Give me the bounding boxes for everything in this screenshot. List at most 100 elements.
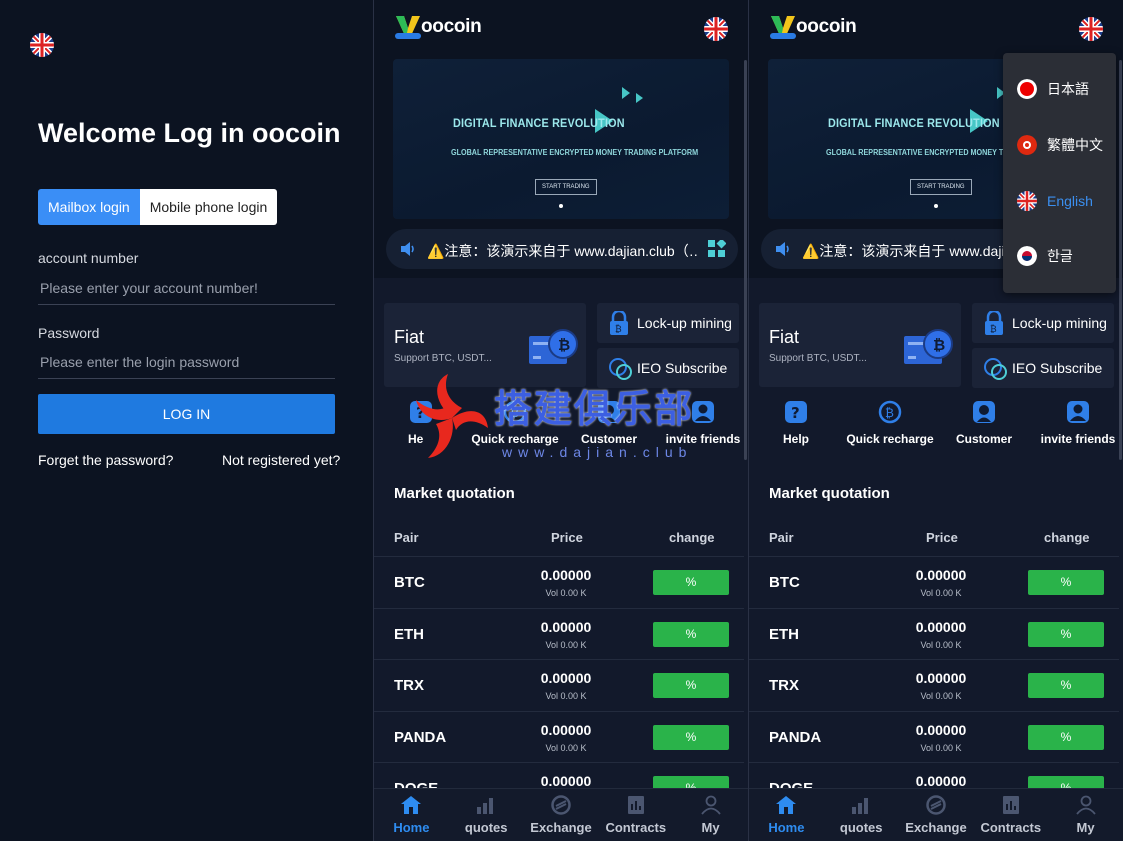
pair-volume: Vol 0.00 K [920, 743, 962, 753]
ieo-subscribe-button[interactable]: IEO Subscribe [597, 348, 739, 388]
quick-help[interactable]: ? Help [749, 400, 843, 446]
change-badge: % [1028, 622, 1104, 647]
nav-contracts[interactable]: Contracts [598, 789, 673, 841]
nav-exchange[interactable]: Exchange [524, 789, 599, 841]
uk-flag-icon[interactable] [30, 33, 54, 57]
promo-banner[interactable]: DIGITAL FINANCE REVOLUTION GLOBAL REPRES… [393, 59, 729, 219]
pair-name: BTC [769, 574, 800, 591]
header-pair: Pair [769, 530, 794, 545]
scrollbar[interactable] [744, 60, 747, 460]
table-row[interactable]: ETH 0.00000 Vol 0.00 K % [749, 608, 1119, 659]
pair-price: 0.00000 [540, 670, 592, 686]
uk-flag-icon [1017, 191, 1037, 211]
table-row[interactable]: PANDA 0.00000 Vol 0.00 K % [749, 711, 1119, 762]
banner-title: DIGITAL FINANCE REVOLUTION [453, 116, 625, 130]
language-option-english[interactable]: English [1017, 191, 1093, 211]
nav-my[interactable]: My [673, 789, 748, 841]
account-input[interactable] [38, 271, 335, 305]
change-badge: % [653, 673, 729, 698]
quick-recharge[interactable]: ₿ Quick recharge [468, 400, 562, 446]
fiat-card[interactable]: Fiat Support BTC, USDT... ₿ [759, 303, 961, 387]
quick-invite-label: invite friends [1040, 432, 1116, 446]
quick-customer-label: Customer [955, 432, 1012, 446]
register-link[interactable]: Not registered yet? [222, 452, 340, 468]
scrollbar[interactable] [1119, 60, 1122, 460]
language-option-korean[interactable]: 한글 [1017, 246, 1073, 266]
tab-mobile-login[interactable]: Mobile phone login [139, 189, 278, 225]
uk-flag-icon[interactable] [704, 17, 728, 41]
nav-quotes[interactable]: quotes [449, 789, 524, 841]
language-option-japanese[interactable]: 日本語 [1017, 79, 1089, 99]
change-badge: % [653, 570, 729, 595]
invite-friends-icon [692, 401, 714, 423]
pair-price: 0.00000 [540, 567, 592, 583]
language-option-traditional-chinese[interactable]: 繁體中文 [1017, 135, 1103, 155]
login-button[interactable]: LOG IN [38, 394, 335, 434]
forget-password-link[interactable]: Forget the password? [38, 452, 173, 468]
grid-menu-icon[interactable] [708, 240, 726, 258]
lock-up-mining-button[interactable]: ₿ Lock-up mining [597, 303, 739, 343]
start-trading-button[interactable]: START TRADING [910, 179, 972, 195]
login-screen: Welcome Log in oocoin Mailbox login Mobi… [0, 0, 373, 841]
nav-contracts[interactable]: Contracts [973, 789, 1048, 841]
contracts-icon [1002, 796, 1019, 814]
ieo-subscribe-label: IEO Subscribe [1012, 360, 1103, 376]
table-row[interactable]: TRX 0.00000 Vol 0.00 K % [374, 659, 744, 710]
hongkong-flag-icon [1017, 135, 1037, 155]
pair-name: ETH [769, 626, 799, 643]
nav-home-label: Home [768, 820, 805, 835]
table-row[interactable]: BTC 0.00000 Vol 0.00 K % [374, 556, 744, 607]
pair-price: 0.00000 [915, 722, 967, 738]
quick-customer[interactable]: Customer [562, 400, 656, 446]
logo-mark-icon [394, 14, 421, 40]
table-row[interactable]: ETH 0.00000 Vol 0.00 K % [374, 608, 744, 659]
lock-up-mining-button[interactable]: ₿ Lock-up mining [972, 303, 1114, 343]
svg-text:₿: ₿ [885, 406, 894, 420]
tab-mailbox-login[interactable]: Mailbox login [38, 189, 140, 225]
nav-home[interactable]: Home [374, 789, 449, 841]
nav-exchange[interactable]: Exchange [899, 789, 974, 841]
pair-volume: Vol 0.00 K [920, 588, 962, 598]
pair-price: 0.00000 [540, 773, 592, 789]
svg-text:?: ? [791, 404, 800, 422]
notice-bar[interactable]: ⚠️注意：该演示来自于 www.dajian.club（… [386, 229, 738, 269]
speaker-icon [776, 242, 789, 256]
table-row[interactable]: PANDA 0.00000 Vol 0.00 K % [374, 711, 744, 762]
invite-friends-icon [1067, 401, 1089, 423]
start-trading-button[interactable]: START TRADING [535, 179, 597, 195]
carousel-dot[interactable] [559, 204, 563, 208]
quick-recharge[interactable]: ₿ Quick recharge [843, 400, 937, 446]
nav-home[interactable]: Home [749, 789, 824, 841]
nav-my-label: My [1076, 820, 1095, 835]
nav-quotes-label: quotes [839, 820, 883, 835]
quick-recharge-label: Quick recharge [471, 432, 559, 446]
password-input[interactable] [38, 345, 335, 379]
quick-customer[interactable]: Customer [937, 400, 1031, 446]
svg-text:₿: ₿ [933, 336, 945, 354]
market-title: Market quotation [394, 485, 515, 502]
quick-help-label: Help [782, 432, 809, 446]
market-title: Market quotation [769, 485, 890, 502]
carousel-dot[interactable] [934, 204, 938, 208]
table-row[interactable]: TRX 0.00000 Vol 0.00 K % [749, 659, 1119, 710]
user-icon [1075, 795, 1096, 815]
quick-invite[interactable]: invite friends [1031, 400, 1123, 446]
language-menu: 日本語 繁體中文 English 한글 [1003, 53, 1116, 293]
quick-help[interactable]: ? He [374, 400, 468, 446]
home-screen: oocoin DIGITAL FINANCE REVOLUTION GLOBAL… [374, 0, 748, 841]
table-row[interactable]: BTC 0.00000 Vol 0.00 K % [749, 556, 1119, 607]
ieo-subscribe-button[interactable]: IEO Subscribe [972, 348, 1114, 388]
fiat-title: Fiat [769, 327, 800, 347]
nav-my-label: My [701, 820, 720, 835]
ieo-circles-icon [609, 358, 632, 380]
brand-name: oocoin [796, 16, 857, 37]
svg-text:₿: ₿ [615, 324, 622, 335]
fiat-card[interactable]: Fiat Support BTC, USDT... ₿ [384, 303, 586, 387]
header-pair: Pair [394, 530, 419, 545]
japan-flag-icon [1017, 79, 1037, 99]
uk-flag-icon[interactable] [1079, 17, 1103, 41]
nav-quotes[interactable]: quotes [824, 789, 899, 841]
nav-home-label: Home [393, 820, 430, 835]
nav-my[interactable]: My [1048, 789, 1123, 841]
quick-invite[interactable]: invite friends [656, 400, 748, 446]
